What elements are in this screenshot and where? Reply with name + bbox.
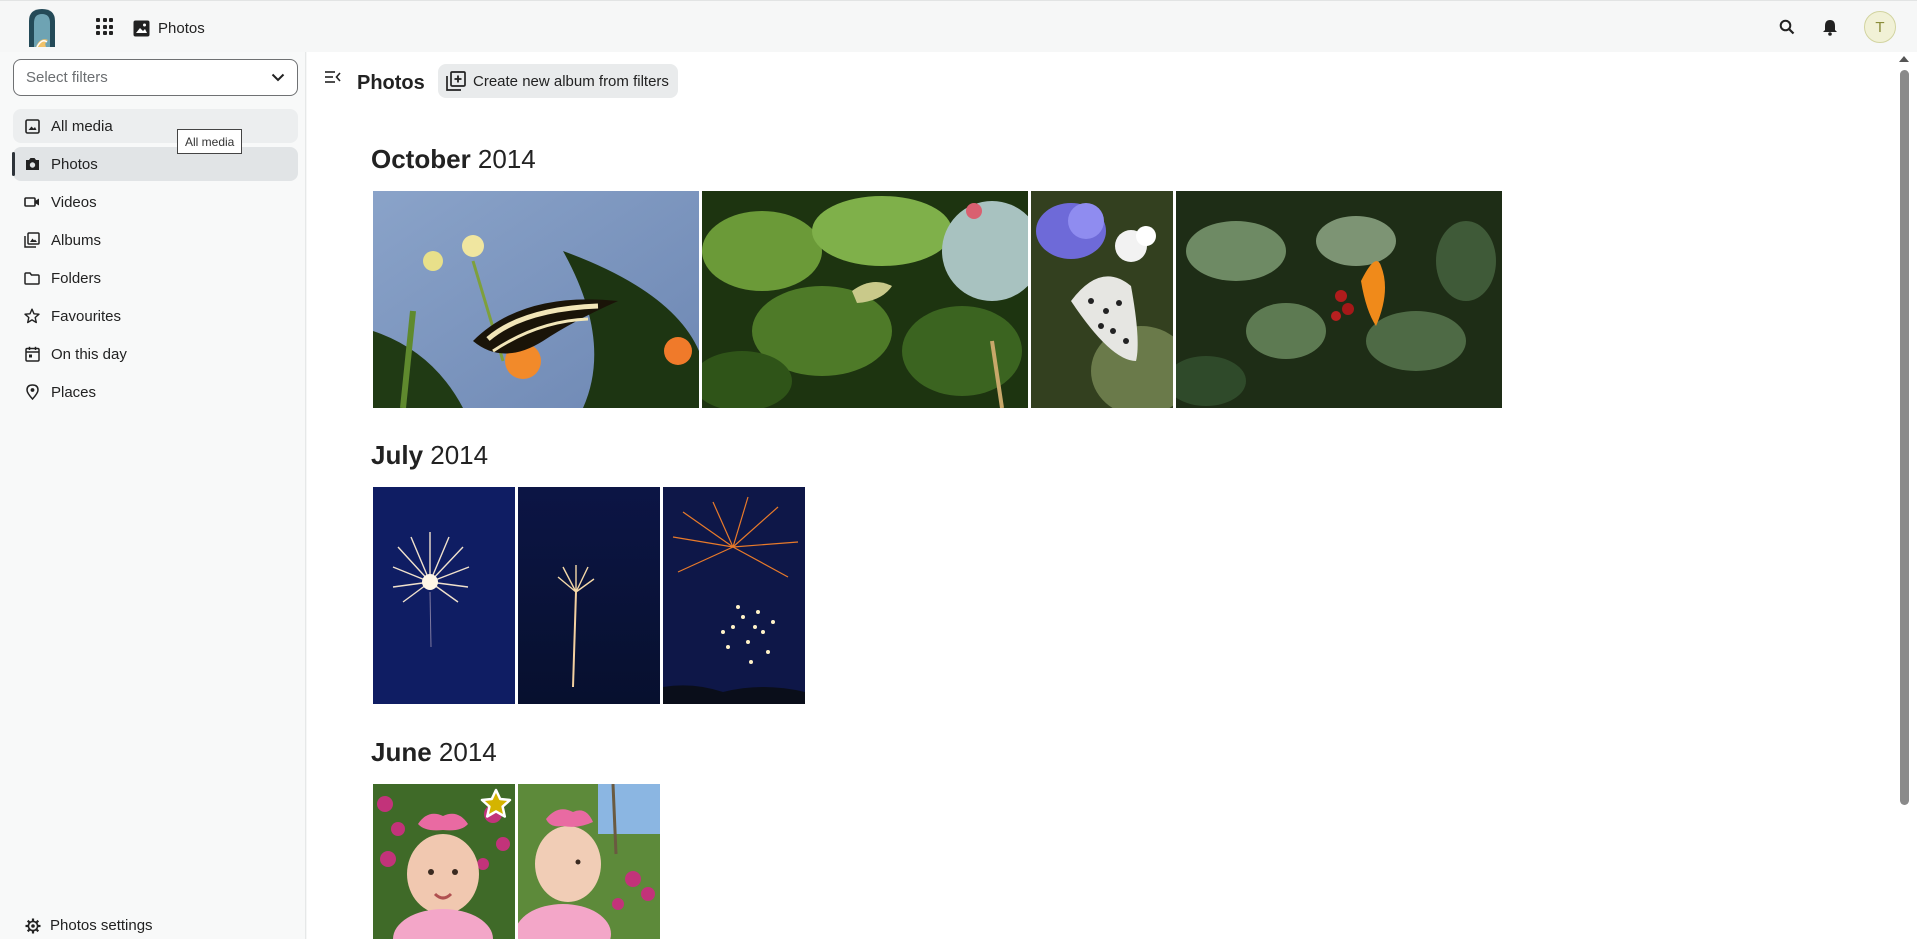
month-heading-july-2014: July 2014 (371, 440, 488, 471)
top-header: Photos T (0, 0, 1917, 52)
photo-thumbnail[interactable] (1176, 191, 1502, 408)
main-content: Photos Create new album from filters Oct… (307, 52, 1897, 939)
camera-icon (23, 155, 41, 173)
sidebar-item-label: Albums (51, 231, 102, 249)
photo-thumbnail[interactable] (518, 784, 660, 939)
app-logo[interactable] (26, 7, 58, 48)
sidebar-item-photos[interactable]: Photos (12, 147, 298, 181)
sidebar-item-videos[interactable]: Videos (13, 185, 298, 219)
favourite-star-icon (480, 788, 512, 818)
current-app[interactable]: Photos (133, 18, 205, 38)
main-scrollbar[interactable] (1897, 52, 1917, 939)
create-album-from-filters-button[interactable]: Create new album from filters (438, 64, 678, 98)
photo-thumbnail[interactable] (663, 487, 805, 704)
month-heading-june-2014: June 2014 (371, 737, 497, 768)
notifications-bell-icon[interactable] (1818, 15, 1842, 39)
photo-thumbnail[interactable] (702, 191, 1028, 408)
sidebar: Select filters All media Photos Videos A… (0, 52, 306, 939)
sidebar-item-label: On this day (51, 345, 127, 363)
sidebar-item-label: Videos (51, 193, 97, 211)
user-avatar[interactable]: T (1864, 11, 1896, 43)
toggle-navigation-icon[interactable] (323, 67, 343, 87)
sidebar-item-label: Folders (51, 269, 102, 287)
month-name: June (371, 737, 432, 767)
sidebar-item-label: All media (51, 117, 113, 135)
star-icon (23, 307, 41, 325)
albums-icon (23, 231, 41, 249)
sidebar-item-label: Places (51, 383, 97, 401)
photo-thumbnail[interactable] (1031, 191, 1173, 408)
sidebar-item-places[interactable]: Places (13, 375, 298, 409)
map-pin-icon (23, 383, 41, 401)
create-album-label: Create new album from filters (473, 72, 669, 90)
gear-icon (25, 918, 41, 933)
photos-app-icon (133, 20, 150, 36)
sidebar-item-on-this-day[interactable]: On this day (13, 337, 298, 371)
filter-placeholder: Select filters (26, 69, 108, 86)
month-year: 2014 (438, 737, 497, 767)
sidebar-item-label: Photos (51, 155, 98, 173)
sidebar-nav: All media Photos Videos Albums Folders F… (12, 109, 298, 413)
image-icon (23, 117, 41, 135)
app-name: Photos (158, 19, 205, 37)
photo-thumbnail[interactable] (518, 487, 660, 704)
search-icon[interactable] (1775, 15, 1799, 39)
scroll-up-arrow-icon[interactable] (1899, 56, 1909, 62)
video-icon (23, 193, 41, 211)
photo-thumbnail[interactable] (373, 784, 515, 939)
month-year: 2014 (430, 440, 489, 470)
month-year: 2014 (477, 144, 536, 174)
filter-select[interactable]: Select filters (13, 59, 298, 96)
month-name: July (371, 440, 424, 470)
photo-thumbnail[interactable] (373, 487, 515, 704)
page-title: Photos (357, 72, 425, 94)
add-album-icon (446, 71, 466, 91)
folder-icon (23, 269, 41, 287)
calendar-icon (23, 345, 41, 363)
photos-settings-button[interactable]: Photos settings (25, 917, 153, 934)
app-menu-icon[interactable] (96, 18, 113, 35)
sidebar-item-favourites[interactable]: Favourites (13, 299, 298, 333)
chevron-down-icon (271, 73, 285, 82)
month-heading-october-2014: October 2014 (371, 144, 536, 175)
sidebar-item-all-media[interactable]: All media (13, 109, 298, 143)
settings-label: Photos settings (50, 917, 153, 934)
month-name: October (371, 144, 471, 174)
tooltip: All media (177, 129, 243, 154)
sidebar-item-folders[interactable]: Folders (13, 261, 298, 295)
sidebar-item-albums[interactable]: Albums (13, 223, 298, 257)
photo-thumbnail[interactable] (373, 191, 699, 408)
scrollbar-thumb[interactable] (1900, 70, 1909, 805)
sidebar-item-label: Favourites (51, 307, 122, 325)
